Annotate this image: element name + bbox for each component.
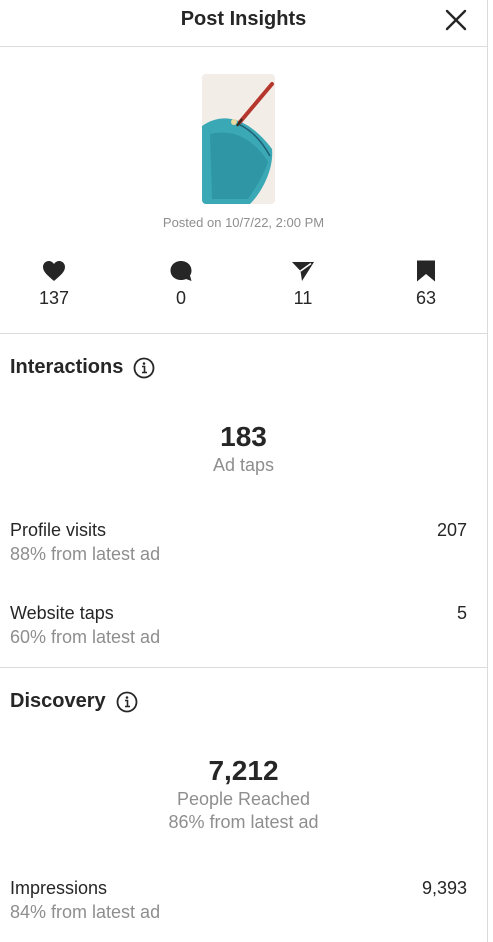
info-icon[interactable] — [133, 357, 155, 379]
saves-stat: 63 — [396, 260, 456, 309]
likes-stat: 137 — [24, 260, 84, 309]
post-thumbnail[interactable] — [202, 74, 275, 204]
send-icon — [292, 262, 314, 281]
heart-icon — [43, 261, 65, 281]
ad-taps-metric: 183 Ad taps — [0, 421, 487, 476]
posted-date: Posted on 10/7/22, 2:00 PM — [162, 215, 325, 230]
header: Post Insights — [0, 0, 487, 47]
close-button[interactable] — [443, 7, 469, 33]
interactions-heading: Interactions — [10, 356, 155, 379]
saves-count: 63 — [415, 288, 437, 308]
impressions-label: Impressions — [10, 878, 108, 898]
impressions-value: 9,393 — [421, 878, 467, 898]
impressions-sub: 84% from latest ad — [10, 902, 161, 922]
website-taps-value: 5 — [456, 603, 467, 623]
divider — [0, 667, 487, 668]
people-reached-value: 7,212 — [208, 755, 279, 786]
impressions-row: Impressions 84% from latest ad 9,393 — [10, 878, 467, 923]
website-taps-row: Website taps 60% from latest ad 5 — [10, 603, 467, 648]
people-reached-metric: 7,212 People Reached 86% from latest ad — [0, 755, 487, 833]
shares-count: 11 — [293, 288, 313, 308]
comment-icon — [170, 261, 192, 281]
interactions-title: Interactions — [10, 356, 124, 378]
likes-count: 137 — [38, 288, 70, 308]
close-icon — [445, 9, 467, 31]
shares-stat: 11 — [273, 260, 333, 309]
profile-visits-row: Profile visits 88% from latest ad 207 — [10, 520, 467, 565]
bookmark-icon — [417, 260, 435, 282]
profile-visits-value: 207 — [436, 520, 467, 540]
website-taps-label: Website taps — [10, 603, 114, 623]
post-insights-panel: Post Insights Posted on 10/7/22, 2:00 PM… — [0, 0, 488, 942]
people-reached-label: People Reached — [176, 789, 311, 809]
ad-taps-label: Ad taps — [212, 455, 275, 475]
divider — [0, 333, 487, 334]
comments-stat: 0 — [151, 260, 211, 309]
ad-taps-value: 183 — [220, 421, 267, 452]
discovery-title: Discovery — [10, 690, 106, 712]
comments-count: 0 — [175, 288, 186, 308]
profile-visits-label: Profile visits — [10, 520, 107, 540]
post-image — [202, 74, 275, 204]
website-taps-sub: 60% from latest ad — [10, 627, 161, 647]
profile-visits-sub: 88% from latest ad — [10, 544, 161, 564]
page-title: Post Insights — [180, 8, 307, 30]
info-icon[interactable] — [116, 691, 138, 713]
people-reached-sub: 86% from latest ad — [168, 812, 319, 832]
discovery-heading: Discovery — [10, 690, 138, 713]
